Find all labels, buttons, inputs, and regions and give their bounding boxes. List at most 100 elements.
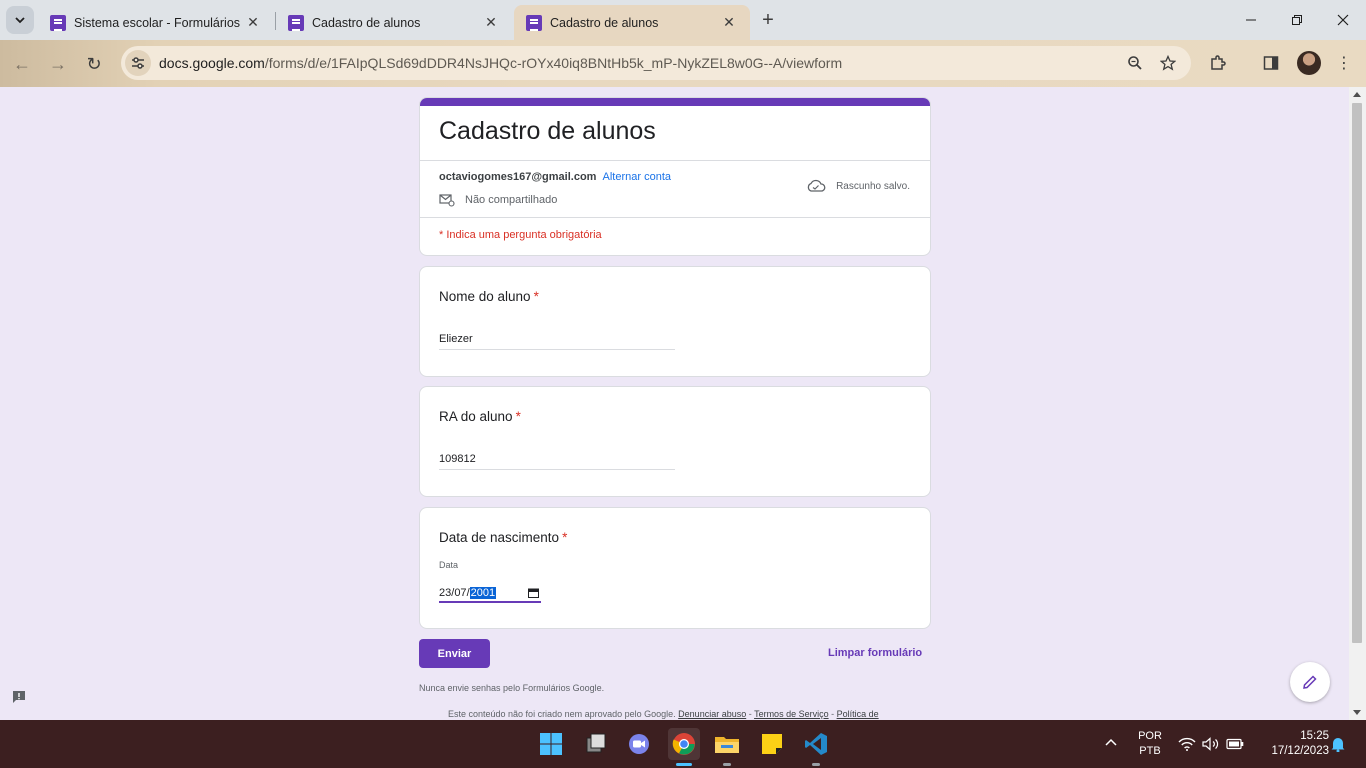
chat-app-button[interactable] bbox=[623, 728, 655, 760]
chevron-up-icon bbox=[1105, 738, 1117, 746]
url-host: docs.google.com bbox=[159, 55, 265, 71]
address-bar[interactable]: docs.google.com/forms/d/e/1FAIpQLSd69dDD… bbox=[121, 46, 1191, 80]
report-problem-button[interactable] bbox=[11, 689, 27, 705]
submit-button[interactable]: Enviar bbox=[419, 639, 490, 668]
tab-search-button[interactable] bbox=[6, 6, 34, 34]
plus-icon: + bbox=[762, 8, 774, 31]
site-info-button[interactable] bbox=[125, 50, 151, 76]
date-year-selected[interactable]: 2001 bbox=[469, 586, 497, 599]
task-view-button[interactable] bbox=[580, 728, 612, 760]
show-hidden-icons-button[interactable] bbox=[1103, 734, 1119, 750]
tab-title: Cadastro de alunos bbox=[312, 15, 421, 30]
ra-input[interactable]: 109812 bbox=[439, 453, 675, 470]
calendar-icon[interactable] bbox=[528, 588, 539, 598]
side-panel-icon bbox=[1263, 56, 1279, 70]
minimize-icon bbox=[1246, 19, 1256, 21]
scroll-thumb[interactable] bbox=[1352, 103, 1362, 643]
scroll-up-icon[interactable] bbox=[1353, 92, 1361, 97]
vscode-icon bbox=[805, 733, 827, 755]
required-asterisk: * bbox=[515, 409, 521, 424]
close-icon[interactable]: ✕ bbox=[720, 14, 738, 32]
battery-icon[interactable] bbox=[1226, 735, 1244, 753]
reload-icon: ↻ bbox=[86, 53, 102, 74]
date-label: Data bbox=[439, 560, 459, 570]
question-card-data-nascimento: Data de nascimento * Data 23/07/2001 bbox=[419, 507, 931, 629]
start-button[interactable] bbox=[535, 728, 567, 760]
tab-title: Sistema escolar - Formulários G bbox=[74, 15, 244, 30]
input-language-indicator[interactable]: POR PTB bbox=[1135, 729, 1165, 759]
extensions-button[interactable] bbox=[1207, 52, 1229, 74]
taskbar-clock[interactable]: 15:25 17/12/2023 bbox=[1253, 729, 1329, 759]
bookmark-button[interactable] bbox=[1158, 53, 1178, 73]
disclaimer-text: Este conteúdo não foi criado nem aprovad… bbox=[448, 709, 676, 719]
form-accent-bar bbox=[420, 98, 930, 106]
star-icon bbox=[1160, 55, 1176, 71]
clock-date: 17/12/2023 bbox=[1271, 745, 1329, 757]
account-email: octaviogomes167@gmail.com bbox=[439, 171, 597, 183]
file-explorer-button[interactable] bbox=[711, 728, 743, 766]
folder-icon bbox=[715, 737, 739, 753]
page-scrollbar[interactable] bbox=[1349, 87, 1366, 720]
notification-bell-icon[interactable] bbox=[1329, 735, 1347, 753]
divider bbox=[420, 160, 930, 161]
language-code: POR bbox=[1138, 730, 1162, 742]
task-view-icon bbox=[586, 733, 606, 753]
tab-cadastro-2-active[interactable]: Cadastro de alunos ✕ bbox=[514, 5, 750, 40]
wifi-icon[interactable] bbox=[1178, 735, 1196, 753]
google-forms-icon bbox=[50, 14, 66, 31]
required-asterisk: * bbox=[533, 289, 539, 304]
scroll-down-icon[interactable] bbox=[1353, 710, 1361, 715]
vscode-button[interactable] bbox=[800, 728, 832, 766]
question-title-text: Data de nascimento bbox=[439, 530, 560, 545]
chevron-down-icon bbox=[15, 17, 25, 24]
switch-account-link[interactable]: Alternar conta bbox=[603, 171, 671, 183]
new-tab-button[interactable]: + bbox=[756, 8, 780, 32]
volume-icon[interactable] bbox=[1202, 735, 1220, 753]
question-title: Nome do aluno * bbox=[439, 289, 539, 304]
browser-tab-strip: Sistema escolar - Formulários G ✕ Cadast… bbox=[0, 0, 1366, 40]
close-icon[interactable]: ✕ bbox=[482, 14, 500, 32]
reload-button[interactable]: ↻ bbox=[80, 50, 108, 78]
clear-form-button[interactable]: Limpar formulário bbox=[828, 647, 922, 659]
date-input[interactable]: 23/07/2001 bbox=[439, 584, 541, 603]
nome-input[interactable]: Eliezer bbox=[439, 333, 675, 350]
report-abuse-link[interactable]: Denunciar abuso bbox=[678, 709, 746, 719]
terms-link[interactable]: Termos de Serviço bbox=[754, 709, 829, 719]
draft-status-text: Rascunho salvo. bbox=[836, 180, 910, 192]
privacy-link[interactable]: Política de bbox=[837, 709, 879, 719]
cloud-done-icon bbox=[807, 179, 826, 192]
question-card-ra: RA do aluno * 109812 bbox=[419, 386, 931, 497]
required-note: * Indica uma pergunta obrigatória bbox=[439, 229, 602, 241]
side-panel-button[interactable] bbox=[1260, 52, 1282, 74]
minimize-button[interactable] bbox=[1228, 0, 1274, 40]
back-button[interactable]: ← bbox=[8, 50, 36, 78]
browser-toolbar: ← → ↻ docs.google.com/forms/d/e/1FAIpQLS… bbox=[0, 40, 1366, 87]
sticky-notes-button[interactable] bbox=[756, 728, 788, 760]
required-asterisk: * bbox=[562, 530, 568, 545]
url-text: docs.google.com/forms/d/e/1FAIpQLSd69dDD… bbox=[159, 55, 842, 71]
forward-button[interactable]: → bbox=[44, 50, 72, 78]
footer-disclaimer: Este conteúdo não foi criado nem aprovad… bbox=[448, 709, 879, 719]
keyboard-layout: PTB bbox=[1139, 745, 1161, 757]
close-window-button[interactable] bbox=[1320, 0, 1366, 40]
link-separator: - bbox=[746, 709, 755, 719]
date-month[interactable]: 07 bbox=[454, 587, 466, 599]
chrome-menu-button[interactable]: ⋮ bbox=[1333, 52, 1355, 74]
tab-cadastro-1[interactable]: Cadastro de alunos ✕ bbox=[276, 5, 512, 40]
close-icon[interactable]: ✕ bbox=[244, 14, 262, 32]
question-title-text: RA do aluno bbox=[439, 409, 513, 424]
zoom-button[interactable] bbox=[1125, 53, 1145, 73]
question-title: RA do aluno * bbox=[439, 409, 521, 424]
profile-avatar[interactable] bbox=[1297, 51, 1321, 75]
url-path: /forms/d/e/1FAIpQLSd69dDDR4NsJHQc-rOYx40… bbox=[264, 55, 843, 71]
account-line: octaviogomes167@gmail.com Alternar conta bbox=[439, 171, 671, 183]
restore-button[interactable] bbox=[1274, 0, 1320, 40]
chrome-taskbar-button[interactable] bbox=[668, 728, 700, 766]
date-day[interactable]: 23 bbox=[439, 587, 451, 599]
mail-lock-icon bbox=[439, 194, 455, 207]
edit-form-button[interactable] bbox=[1290, 662, 1330, 702]
more-vertical-icon: ⋮ bbox=[1336, 55, 1352, 72]
divider bbox=[420, 217, 930, 218]
tab-sistema-escolar[interactable]: Sistema escolar - Formulários G ✕ bbox=[38, 5, 274, 40]
question-title-text: Nome do aluno bbox=[439, 289, 531, 304]
